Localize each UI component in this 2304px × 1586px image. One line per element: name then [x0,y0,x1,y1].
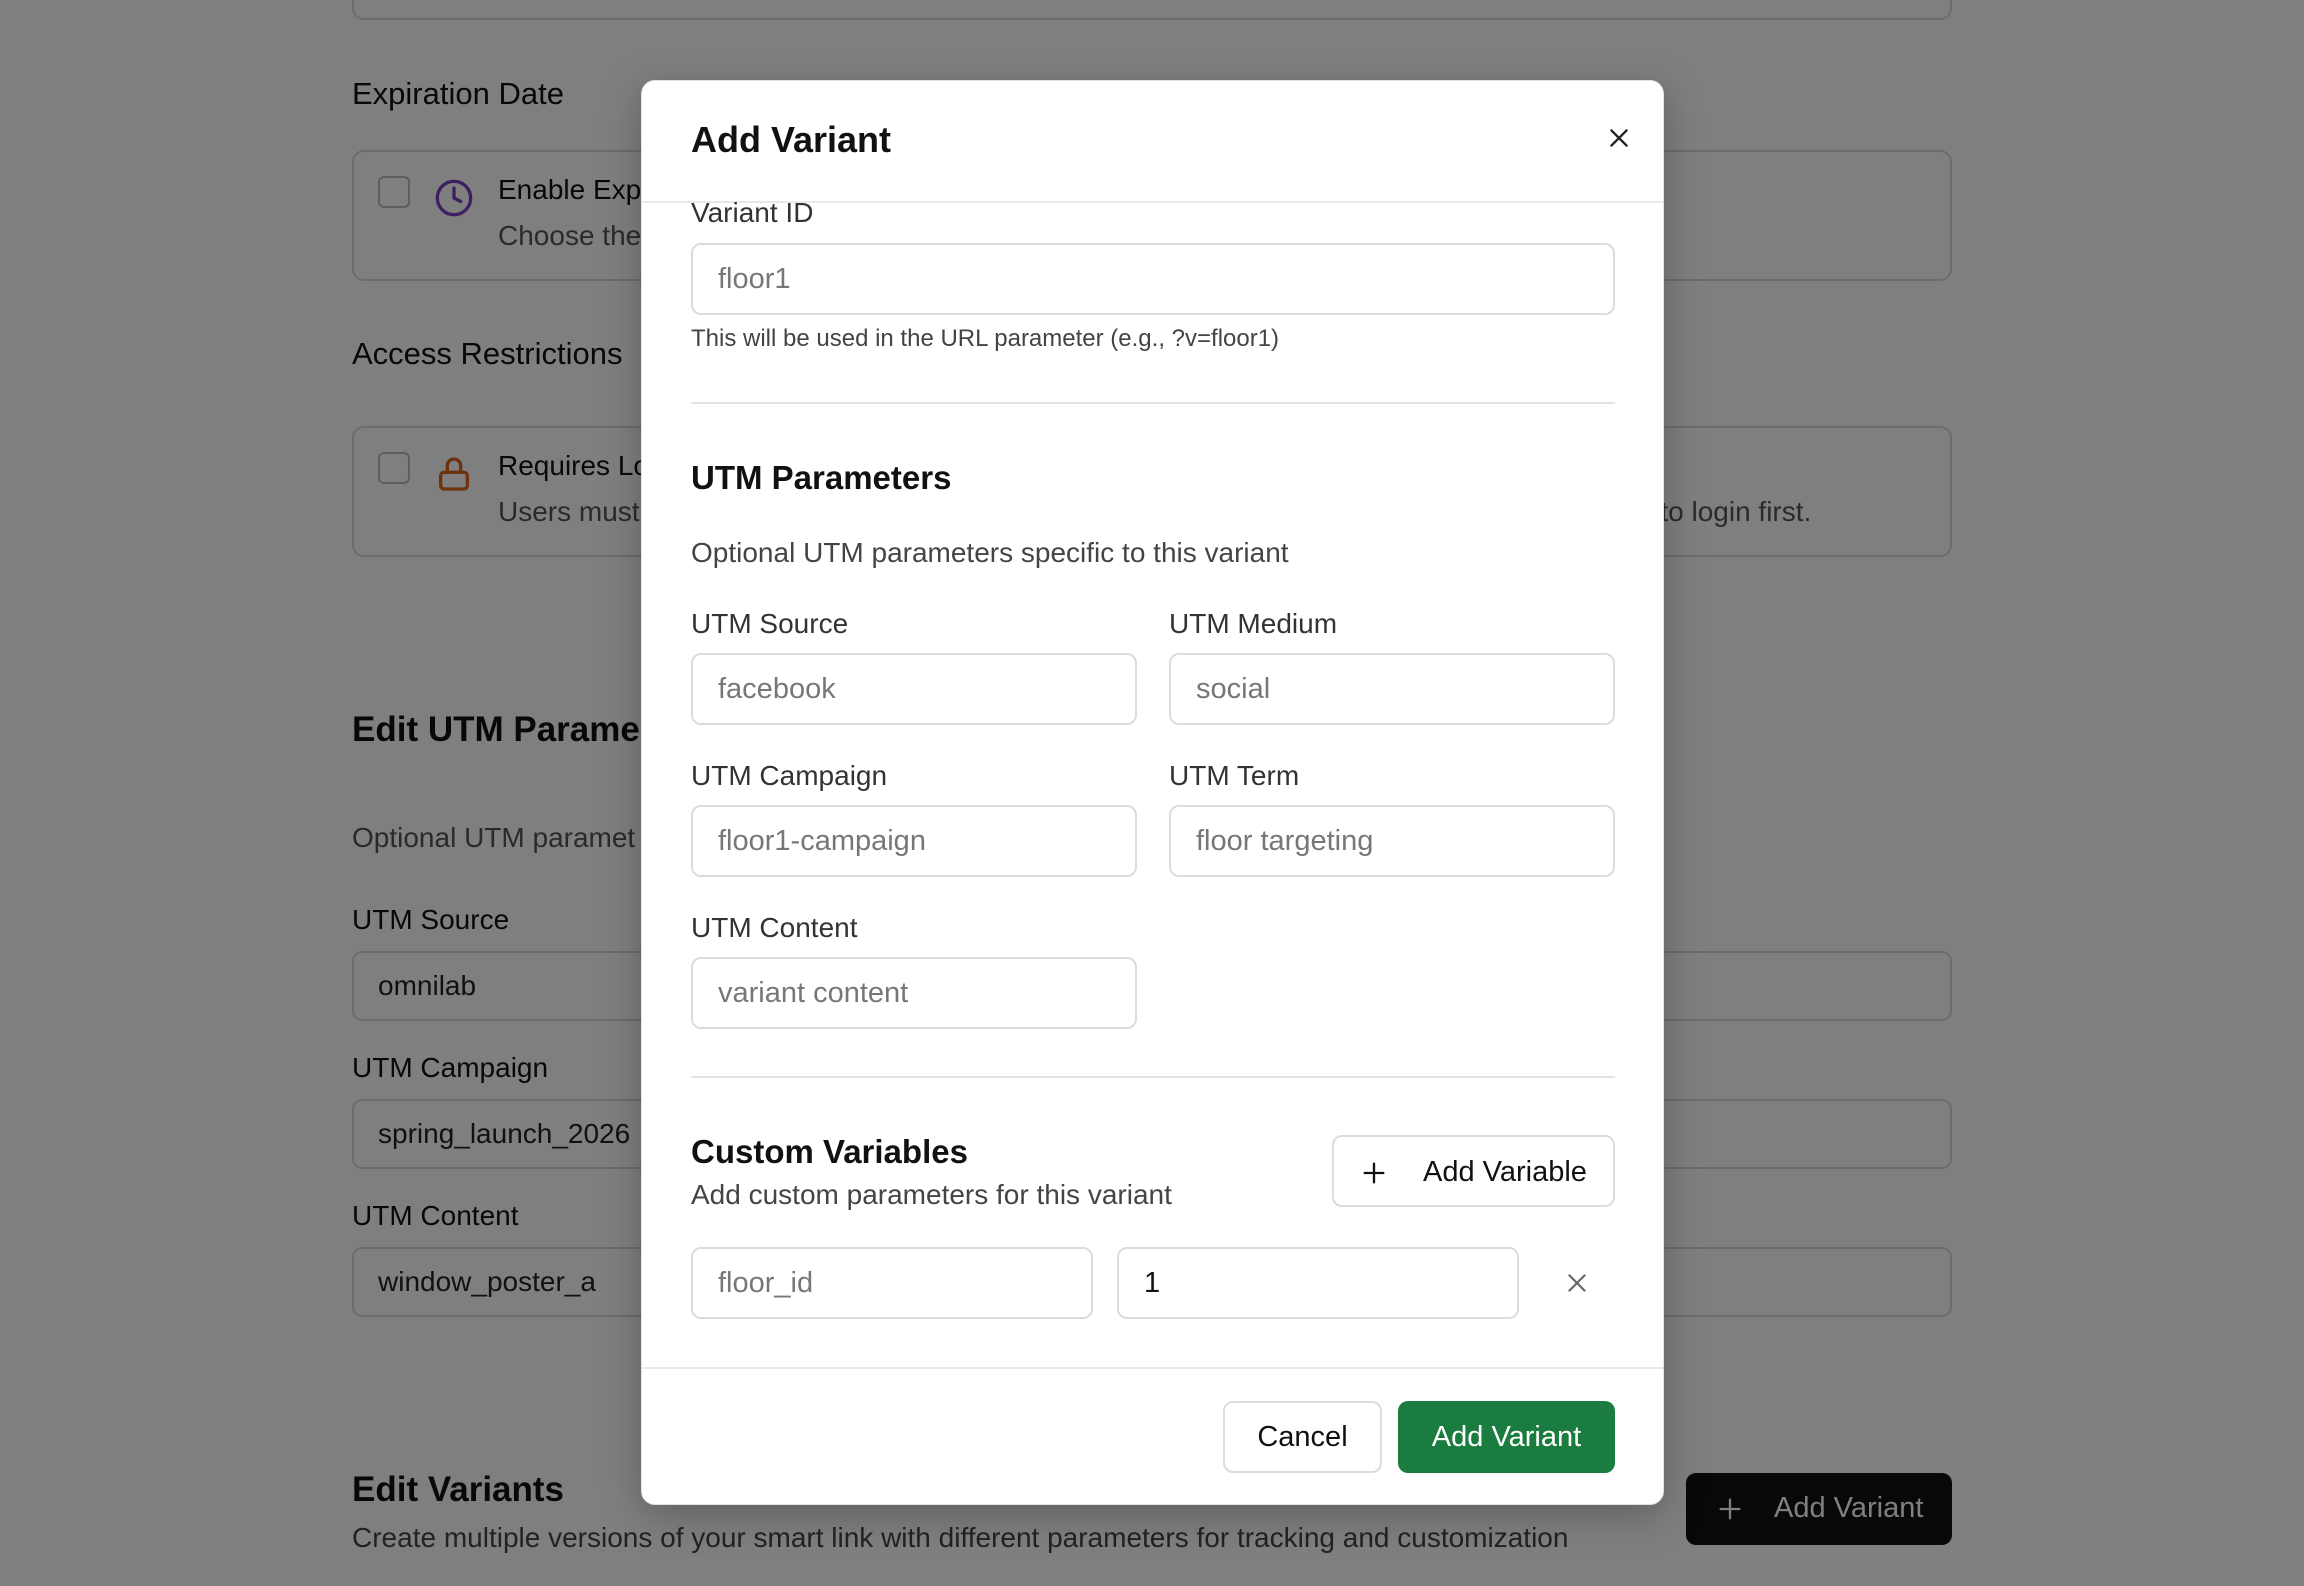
utm-source-input[interactable]: facebook [691,653,1137,725]
modal-footer-divider [642,1367,1663,1369]
custom-variables-desc: Add custom parameters for this variant [691,1179,1172,1210]
custom-variable-key-input[interactable]: floor_id [691,1247,1093,1319]
close-icon [1568,1274,1586,1292]
close-button[interactable] [1594,113,1644,163]
utm-term-input[interactable]: floor targeting [1169,805,1615,877]
variant-id-input[interactable]: floor1 [691,243,1615,315]
add-variable-label: Add Variable [1423,1156,1587,1188]
cancel-label: Cancel [1257,1420,1348,1453]
variant-id-help: This will be used in the URL parameter (… [691,325,1280,352]
custom-variable-value-input[interactable]: 1 [1117,1247,1519,1319]
plus-icon [1363,1162,1385,1184]
modal-header: Add Variant [642,81,1663,203]
utm-section-title: UTM Parameters [691,459,952,496]
add-variant-submit-label: Add Variant [1431,1420,1582,1453]
utm-source-label: UTM Source [691,608,849,639]
utm-campaign-input[interactable]: floor1-campaign [691,805,1137,877]
utm-medium-label: UTM Medium [1169,608,1338,639]
utm-content-input[interactable]: variant content [691,957,1137,1029]
add-variant-modal: Add Variant Variant ID floor1 This will … [641,80,1664,1505]
close-icon [1610,129,1628,147]
utm-medium-input[interactable]: social [1169,653,1615,725]
variant-id-label: Variant ID [691,197,814,228]
utm-content-label: UTM Content [691,912,858,943]
utm-term-label: UTM Term [1169,760,1300,791]
add-variable-button[interactable]: Add Variable [1332,1135,1615,1207]
cancel-button[interactable]: Cancel [1223,1401,1382,1473]
modal-title: Add Variant [691,119,892,160]
utm-section-desc: Optional UTM parameters specific to this… [691,537,1289,568]
divider [691,1076,1615,1078]
utm-campaign-label: UTM Campaign [691,760,888,791]
add-variant-submit-button[interactable]: Add Variant [1398,1401,1615,1473]
custom-variables-title: Custom Variables [691,1133,968,1170]
remove-variable-button[interactable] [1555,1261,1599,1305]
divider [691,402,1615,404]
